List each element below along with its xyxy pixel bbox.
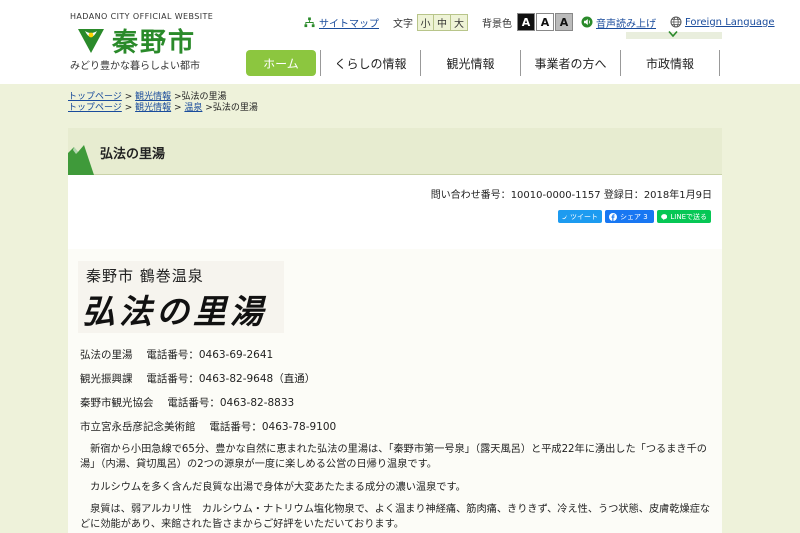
onsen-image-maintext: 弘法の里湯 (82, 292, 267, 331)
onsen-logo-image: 秦野市 鶴巻温泉 弘法の里湯 (78, 261, 284, 333)
foreign-language-link[interactable]: Foreign Language (685, 17, 775, 28)
site-logo[interactable]: HADANO CITY OFFICIAL WEBSITE 秦野市 みどり豊かな暮… (70, 12, 220, 74)
breadcrumb-tourism-link[interactable]: 観光情報 (135, 103, 171, 113)
globe-icon (670, 16, 682, 28)
tweet-label: ツイート (570, 212, 598, 221)
breadcrumb-onsen-link[interactable]: 温泉 (184, 103, 202, 113)
facebook-icon (609, 212, 617, 221)
breadcrumb-current: 弘法の里湯 (181, 92, 227, 102)
nav-for-businesses[interactable]: 事業者の方へ (520, 50, 620, 76)
breadcrumb-tourism-link[interactable]: 観光情報 (135, 92, 171, 102)
background-gray-button[interactable]: A (555, 13, 573, 31)
mountain-icon (68, 145, 94, 175)
breadcrumb-top-link[interactable]: トップページ (68, 92, 122, 102)
chevron-down-icon[interactable] (668, 30, 678, 38)
sitemap-link[interactable]: サイトマップ (304, 15, 379, 30)
utility-bar: サイトマップ 文字 小 中 大 背景色 A A A 音声読み上げ Foreign… (304, 13, 775, 31)
page-title: 弘法の里湯 (100, 147, 166, 162)
breadcrumb-line-1: トップページ > 観光情報 >弘法の里湯 (68, 92, 258, 103)
contact-line: 市立宮永岳彦記念美術館 電話番号：0463-78-9100 (80, 421, 337, 433)
nav-tourism-info[interactable]: 観光情報 (420, 50, 520, 76)
page-title-bar: 弘法の里湯 (68, 128, 722, 175)
nav-living-info[interactable]: くらしの情報 (320, 50, 420, 76)
onsen-image-subtext: 秦野市 鶴巻温泉 (86, 267, 204, 285)
article-paragraph: 新宿から小田急線で65分、豊かな自然に恵まれた弘法の里湯は、「秦野市第一号泉」（… (80, 444, 707, 470)
line-share-label: LINEで送る (670, 212, 707, 221)
breadcrumb-top-link[interactable]: トップページ (68, 103, 122, 113)
line-chat-icon (661, 213, 668, 220)
read-aloud-link[interactable]: 音声読み上げ (596, 15, 656, 30)
facebook-share-count: 3 (643, 212, 648, 221)
facebook-share-label: シェア (620, 212, 641, 221)
sitemap-label[interactable]: サイトマップ (319, 15, 379, 30)
line-share-button[interactable]: LINEで送る (657, 210, 711, 223)
breadcrumb-separator: > (124, 103, 136, 113)
registered-label: 登録日： (603, 190, 644, 201)
breadcrumb-separator: > (124, 92, 136, 102)
nav-city-government[interactable]: 市政情報 (620, 50, 720, 76)
city-catchphrase: みどり豊かな暮らしよい都市 (70, 61, 200, 72)
nav-home[interactable]: ホーム (246, 50, 316, 76)
global-nav: ホーム くらしの情報 観光情報 事業者の方へ 市政情報 (242, 50, 720, 76)
article-paragraph: カルシウムを多く含んだ良質な出湯で身体が大変あたたまる成分の濃い温泉です。 (80, 482, 466, 493)
contact-line: 弘法の里湯 電話番号：0463-69-2641 (80, 349, 274, 361)
inquiry-number: 10010-0000-1157 (510, 190, 601, 201)
font-size-large-button[interactable]: 大 (451, 13, 468, 31)
article-paragraph: 泉質は、弱アルカリ性 カルシウム・ナトリウム塩化物泉で、よく温まり神経痛、筋肉痛… (80, 504, 711, 530)
hadano-leaf-logo-icon (78, 29, 104, 53)
breadcrumb-separator: > (174, 92, 182, 102)
background-black-button[interactable]: A (517, 13, 535, 31)
site-english-name: HADANO CITY OFFICIAL WEBSITE (70, 12, 214, 21)
tweet-button[interactable]: ツイート (558, 210, 602, 223)
breadcrumb-separator: > (205, 103, 213, 113)
twitter-bird-icon (562, 214, 567, 219)
font-size-medium-button[interactable]: 中 (434, 13, 451, 31)
site-header: HADANO CITY OFFICIAL WEBSITE 秦野市 みどり豊かな暮… (0, 0, 800, 84)
font-size-small-button[interactable]: 小 (417, 13, 434, 31)
inquiry-label: 問い合わせ番号： (430, 190, 511, 201)
registered-date: 2018年1月9日 (643, 190, 712, 201)
background-color-label: 背景色 (482, 18, 512, 30)
facebook-share-button[interactable]: シェア 3 (605, 210, 654, 223)
main-content: 弘法の里湯 問い合わせ番号：10010-0000-1157 登録日：2018年1… (68, 128, 722, 533)
breadcrumb: トップページ > 観光情報 >弘法の里湯 トップページ > 観光情報 > 温泉 … (68, 92, 258, 114)
font-size-label: 文字 (393, 18, 413, 30)
page-meta: 問い合わせ番号：10010-0000-1157 登録日：2018年1月9日 (431, 186, 712, 201)
speaker-icon (581, 16, 593, 28)
sitemap-icon (304, 16, 315, 27)
article-body: 秦野市 鶴巻温泉 弘法の里湯 弘法の里湯 電話番号：0463-69-2641 観… (68, 249, 722, 533)
breadcrumb-line-2: トップページ > 観光情報 > 温泉 >弘法の里湯 (68, 103, 258, 114)
breadcrumb-current: 弘法の里湯 (212, 103, 258, 113)
background-white-button[interactable]: A (536, 13, 554, 31)
breadcrumb-separator: > (174, 103, 185, 113)
city-name: 秦野市 (112, 28, 197, 58)
contact-line: 秦野市観光協会 電話番号：0463-82-8833 (80, 397, 295, 409)
contact-line: 観光振興課 電話番号：0463-82-9648（直通） (80, 373, 316, 385)
